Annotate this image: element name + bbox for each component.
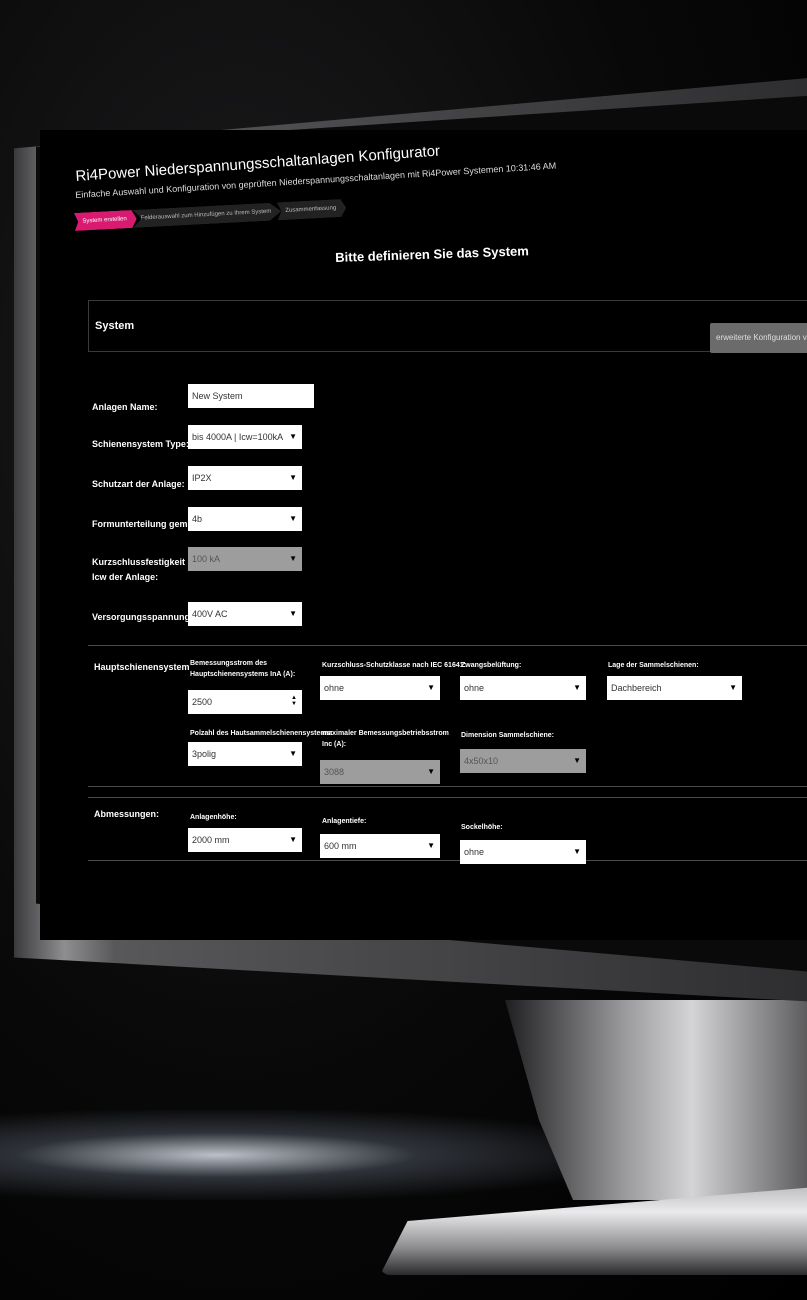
max-strom-label: maximaler Bemessungsbetriebsstrom Inc (A… xyxy=(322,730,449,748)
max-strom-value: 3088 xyxy=(324,767,345,777)
kurzschluss-label: Kurzschlussfestigkeit Icw der Anlage: xyxy=(92,557,186,582)
chevron-down-icon: ▼ xyxy=(573,756,581,765)
chevron-down-icon: ▼ xyxy=(289,432,297,441)
lage-value: Dachbereich xyxy=(611,683,662,693)
monitor-scene: Ri4Power Niederspannungsschaltanlagen Ko… xyxy=(0,0,807,1300)
anlagen-name-label: Anlagen Name: xyxy=(92,402,158,412)
hoehe-select[interactable]: 2000 mm ▼ xyxy=(188,828,302,852)
bemessungsstrom-value: 2500 xyxy=(192,697,213,707)
chevron-down-icon: ▼ xyxy=(289,473,297,482)
hauptschienen-section-label: Hauptschienensystem xyxy=(94,662,190,672)
system-header-panel xyxy=(88,300,807,352)
dimension-value: 4x50x10 xyxy=(464,756,499,766)
formunterteilung-select[interactable]: 4b ▼ xyxy=(188,507,302,531)
chevron-down-icon: ▼ xyxy=(427,683,435,692)
sockel-label: Sockelhöhe: xyxy=(461,824,503,831)
lage-select[interactable]: Dachbereich ▼ xyxy=(607,676,742,700)
step-zusammenfassung[interactable]: Zusammenfassung xyxy=(277,199,347,221)
polzahl-value: 3polig xyxy=(192,749,217,759)
chevron-down-icon: ▼ xyxy=(427,841,435,850)
tiefe-select[interactable]: 600 mm ▼ xyxy=(320,834,440,858)
schutzart-label: Schutzart der Anlage: xyxy=(92,479,185,489)
system-section-label: System xyxy=(95,320,135,332)
chevron-down-icon: ▼ xyxy=(289,514,297,523)
kurzschlussklasse-label: Kurzschluss-Schutzklasse nach IEC 61641: xyxy=(322,662,466,669)
chevron-down-icon: ▼ xyxy=(573,683,581,692)
sockel-select[interactable]: ohne ▼ xyxy=(460,840,586,864)
bemessungsstrom-input[interactable]: 2500 ▲ ▼ xyxy=(188,690,302,714)
stepper-icon[interactable]: ▲ ▼ xyxy=(291,695,297,707)
zwangsbelueftung-value: ohne xyxy=(464,683,485,693)
chevron-down-icon: ▼ xyxy=(289,554,297,563)
dimension-label: Dimension Sammelschiene: xyxy=(461,732,554,739)
schutzart-value: IP2X xyxy=(192,473,212,483)
zwangsbelueftung-label: Zwangsbelüftung: xyxy=(461,662,522,669)
abmessungen-section-label: Abmessungen: xyxy=(94,809,160,819)
schienensystem-select[interactable]: bis 4000A | Icw=100kA ▼ xyxy=(188,425,302,449)
kurzschluss-value: 100 kA xyxy=(192,554,221,564)
zwangsbelueftung-select[interactable]: ohne ▼ xyxy=(460,676,586,700)
chevron-down-icon: ▼ xyxy=(427,767,435,776)
step-system-erstellen[interactable]: System erstellen xyxy=(74,210,137,231)
tiefe-label: Anlagentiefe: xyxy=(322,818,367,825)
hoehe-value: 2000 mm xyxy=(192,835,230,845)
anlagen-name-value: New System xyxy=(192,391,243,401)
chevron-down-icon: ▼ xyxy=(289,835,297,844)
sockel-value: ohne xyxy=(464,847,485,857)
kurzschluss-select: 100 kA ▼ xyxy=(188,547,302,571)
dimension-select: 4x50x10 ▼ xyxy=(460,749,586,773)
tiefe-value: 600 mm xyxy=(324,841,357,851)
formunterteilung-value: 4b xyxy=(192,514,203,524)
advanced-config-button[interactable]: erweiterte Konfiguration v xyxy=(710,323,807,353)
versorgung-value: 400V AC xyxy=(192,609,228,619)
schutzart-select[interactable]: IP2X ▼ xyxy=(188,466,302,490)
versorgung-label: Versorgungsspannung: xyxy=(92,612,194,622)
schienensystem-label: Schienensystem Type: xyxy=(92,439,189,449)
hoehe-label: Anlagenhöhe: xyxy=(190,814,237,821)
chevron-down-icon: ▼ xyxy=(289,749,297,758)
chevron-down-icon: ▼ xyxy=(289,609,297,618)
kurzschlussklasse-select[interactable]: ohne ▼ xyxy=(320,676,440,700)
lage-label: Lage der Sammelschienen: xyxy=(608,662,699,669)
kurzschlussklasse-value: ohne xyxy=(324,683,345,693)
floor-reflection xyxy=(0,1110,620,1200)
bemessungsstrom-label: Bemessungsstrom des Hauptschienensystems… xyxy=(190,660,296,678)
versorgung-select[interactable]: 400V AC ▼ xyxy=(188,602,302,626)
chevron-down-icon: ▼ xyxy=(573,847,581,856)
chevron-down-icon: ▼ xyxy=(729,683,737,692)
max-strom-select: 3088 ▼ xyxy=(320,760,440,784)
schienensystem-value: bis 4000A | Icw=100kA xyxy=(192,432,284,442)
polzahl-select[interactable]: 3polig ▼ xyxy=(188,742,302,766)
anlagen-name-input[interactable]: New System xyxy=(188,384,314,408)
polzahl-label: Polzahl des Hautsammelschienensystems: xyxy=(190,730,333,737)
